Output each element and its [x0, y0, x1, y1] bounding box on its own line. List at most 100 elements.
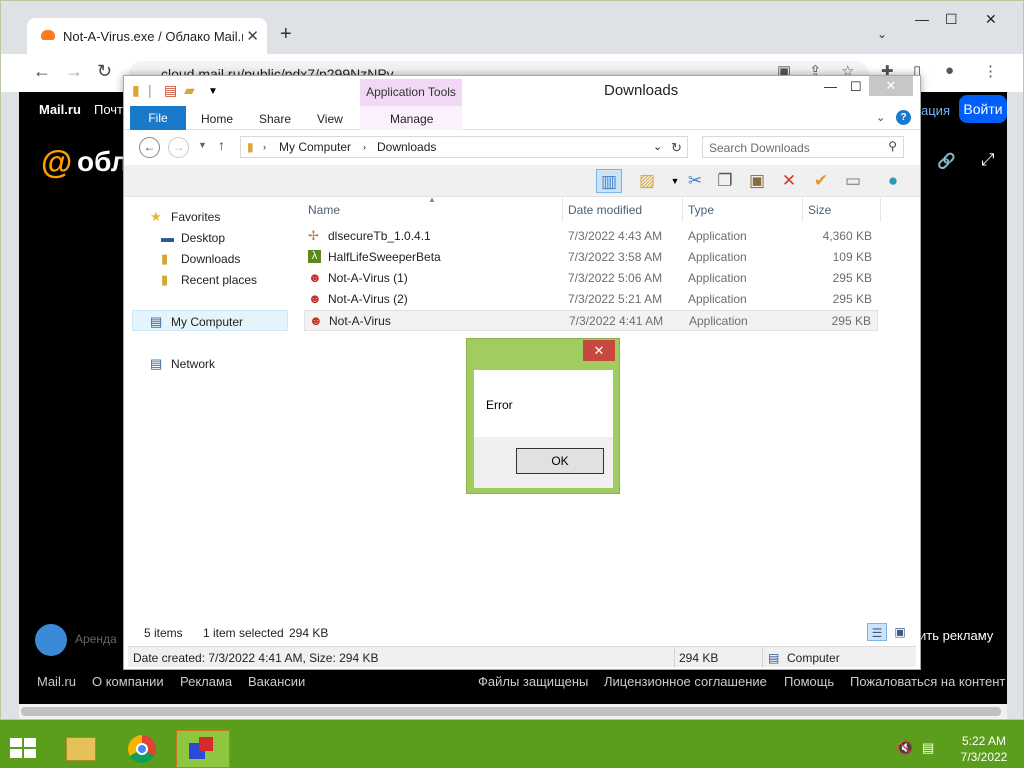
- profile-avatar-icon[interactable]: ●: [945, 62, 954, 79]
- address-box[interactable]: ▮ › My Computer › Downloads ⌄ ↻: [240, 136, 688, 158]
- forward-arrow-icon[interactable]: →: [65, 61, 83, 82]
- file-row[interactable]: λ HalfLifeSweeperBeta 7/3/2022 3:58 AM A…: [304, 247, 878, 268]
- column-date-modified[interactable]: Date modified: [568, 203, 642, 217]
- column-divider[interactable]: [802, 198, 803, 222]
- address-dropdown-chevron-icon[interactable]: ⌄: [653, 140, 662, 153]
- downloads-folder-icon: ▮: [161, 251, 169, 266]
- horizontal-scrollbar[interactable]: [19, 704, 1007, 719]
- virus-app-taskbar-button[interactable]: [176, 730, 230, 768]
- close-button[interactable]: ✕: [869, 76, 913, 96]
- help-icon[interactable]: ?: [896, 110, 911, 125]
- breadcrumb-chevron-icon[interactable]: ›: [363, 142, 366, 152]
- file-row[interactable]: ✢ dlsecureTb_1.0.4.1 7/3/2022 4:43 AM Ap…: [304, 226, 878, 247]
- column-divider[interactable]: [562, 198, 563, 222]
- refresh-icon[interactable]: ↻: [671, 140, 682, 156]
- back-button[interactable]: ←: [139, 137, 160, 158]
- file-row[interactable]: ☻ Not-A-Virus (1) 7/3/2022 5:06 AM Appli…: [304, 268, 878, 289]
- footer-link[interactable]: Помощь: [784, 674, 834, 689]
- up-arrow-icon[interactable]: ↑: [218, 137, 225, 153]
- properties-icon[interactable]: ▤: [164, 82, 177, 99]
- details-view-icon[interactable]: ☰: [867, 623, 887, 641]
- chrome-taskbar-button[interactable]: [116, 730, 170, 768]
- new-tab-button[interactable]: +: [280, 23, 292, 46]
- tab-search-chevron-icon[interactable]: ⌄: [877, 27, 887, 41]
- footer-link[interactable]: Файлы защищены: [478, 674, 588, 689]
- browser-tab[interactable]: Not-A-Virus.exe / Облако Mail.ru ✕: [27, 18, 267, 54]
- tab-home[interactable]: Home: [201, 112, 233, 126]
- nav-favorites[interactable]: Favorites: [171, 210, 220, 224]
- column-divider[interactable]: [682, 198, 683, 222]
- link-icon[interactable]: 🔗: [937, 152, 956, 170]
- ribbon-tabs: File Home Share View Manage ⌄ ?: [124, 106, 920, 130]
- customize-chevron-icon[interactable]: ▼: [208, 86, 218, 97]
- footer-link[interactable]: Пожаловаться на контент: [850, 674, 1005, 689]
- globe-icon[interactable]: ●: [880, 169, 906, 193]
- recent-locations-chevron-icon[interactable]: ▼: [198, 140, 207, 150]
- cut-icon[interactable]: ✂: [682, 169, 708, 193]
- file-explorer-taskbar-button[interactable]: [54, 730, 108, 768]
- clock[interactable]: 5:22 AM 7/3/2022: [952, 733, 1016, 765]
- ribbon-expand-chevron-icon[interactable]: ⌄: [876, 111, 885, 124]
- login-button[interactable]: Войти: [959, 95, 1007, 123]
- ad-button[interactable]: ить рекламу: [919, 628, 993, 643]
- rename-icon[interactable]: ▭: [840, 169, 866, 193]
- file-row[interactable]: ☻ Not-A-Virus (2) 7/3/2022 5:21 AM Appli…: [304, 289, 878, 310]
- folder-icon[interactable]: ▮: [132, 82, 140, 99]
- copy-icon[interactable]: ❐: [712, 169, 738, 193]
- browser-minimize-button[interactable]: —: [915, 11, 929, 27]
- folder-options-icon[interactable]: ▨: [634, 169, 660, 193]
- nav-network[interactable]: Network: [171, 357, 215, 371]
- nav-downloads[interactable]: Downloads: [181, 252, 240, 266]
- breadcrumb-chevron-icon[interactable]: ›: [263, 142, 266, 152]
- file-type: Application: [688, 250, 747, 264]
- browser-maximize-button[interactable]: ☐: [945, 11, 958, 28]
- mail-link[interactable]: Почт: [94, 102, 123, 117]
- scrollbar-thumb[interactable]: [21, 707, 1001, 716]
- tab-file[interactable]: File: [130, 106, 186, 130]
- footer-link[interactable]: Вакансии: [248, 674, 305, 689]
- browser-tab-title: Not-A-Virus.exe / Облако Mail.ru: [63, 29, 243, 44]
- browser-menu-icon[interactable]: ⋮: [983, 62, 998, 80]
- column-type[interactable]: Type: [688, 203, 714, 217]
- forward-button[interactable]: →: [168, 137, 189, 158]
- breadcrumb-my-computer[interactable]: My Computer: [279, 140, 351, 154]
- volume-muted-icon[interactable]: 🔇: [897, 740, 913, 756]
- fullscreen-icon[interactable]: ⤢: [981, 150, 995, 170]
- footer-link[interactable]: О компании: [92, 674, 164, 689]
- tab-share[interactable]: Share: [259, 112, 291, 126]
- dialog-close-button[interactable]: ✕: [583, 340, 615, 361]
- network-tray-icon[interactable]: ▤: [922, 740, 934, 756]
- search-input[interactable]: Search Downloads ⚲: [702, 136, 904, 158]
- tab-view[interactable]: View: [317, 112, 343, 126]
- footer-link[interactable]: Mail.ru: [37, 674, 76, 689]
- tab-close-icon[interactable]: ✕: [246, 27, 259, 45]
- nav-recent-places[interactable]: Recent places: [181, 273, 257, 287]
- minimize-button[interactable]: —: [824, 79, 837, 94]
- ok-button[interactable]: OK: [516, 448, 604, 474]
- reload-icon[interactable]: ↻: [97, 61, 112, 82]
- file-date: 7/3/2022 4:41 AM: [569, 314, 664, 328]
- column-divider[interactable]: [880, 198, 881, 222]
- registration-link[interactable]: ация: [921, 103, 950, 118]
- footer-link[interactable]: Реклама: [180, 674, 232, 689]
- delete-icon[interactable]: ✕: [776, 169, 802, 193]
- column-name[interactable]: Name: [308, 203, 340, 217]
- mailru-link[interactable]: Mail.ru: [39, 102, 81, 117]
- file-type: Application: [689, 314, 748, 328]
- checkmark-icon[interactable]: ✔: [808, 169, 834, 193]
- nav-my-computer[interactable]: My Computer: [171, 315, 243, 329]
- browser-close-button[interactable]: ✕: [985, 11, 997, 28]
- column-size[interactable]: Size: [808, 203, 831, 217]
- file-row-selected[interactable]: ☻ Not-A-Virus 7/3/2022 4:41 AM Applicati…: [304, 310, 878, 331]
- back-arrow-icon[interactable]: ←: [33, 61, 51, 82]
- tab-manage[interactable]: Manage: [390, 112, 433, 126]
- paste-icon[interactable]: ▣: [744, 169, 770, 193]
- search-icon[interactable]: ⚲: [888, 139, 897, 153]
- footer-link[interactable]: Лицензионное соглашение: [604, 674, 767, 689]
- breadcrumb-downloads[interactable]: Downloads: [377, 140, 436, 154]
- preview-pane-icon[interactable]: ▥: [596, 169, 622, 193]
- large-icons-view-icon[interactable]: ▣: [890, 623, 910, 641]
- new-folder-icon[interactable]: ▰: [184, 82, 195, 99]
- nav-desktop[interactable]: Desktop: [181, 231, 225, 245]
- maximize-button[interactable]: ☐: [850, 79, 862, 95]
